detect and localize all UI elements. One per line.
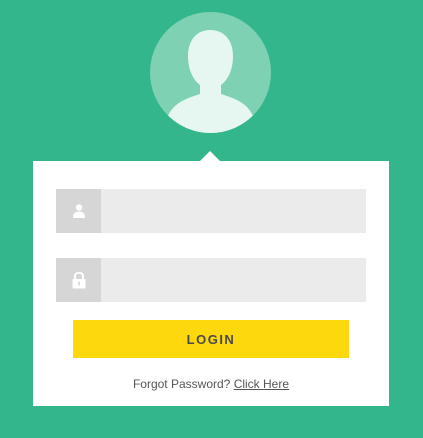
forgot-password-text: Forgot Password? (132, 377, 231, 391)
username-input[interactable] (101, 189, 366, 233)
login-button[interactable]: LOGIN (73, 320, 349, 358)
avatar (150, 12, 271, 133)
password-field (56, 258, 366, 302)
login-card: LOGIN Forgot Password? Click Here (33, 161, 389, 406)
forgot-password: Forgot Password? Click Here (33, 377, 389, 391)
lock-icon (56, 258, 101, 302)
forgot-password-link[interactable]: Click Here (234, 377, 289, 391)
user-icon (56, 189, 101, 233)
username-field (56, 189, 366, 233)
user-silhouette-icon (168, 30, 253, 133)
password-input[interactable] (101, 258, 366, 302)
